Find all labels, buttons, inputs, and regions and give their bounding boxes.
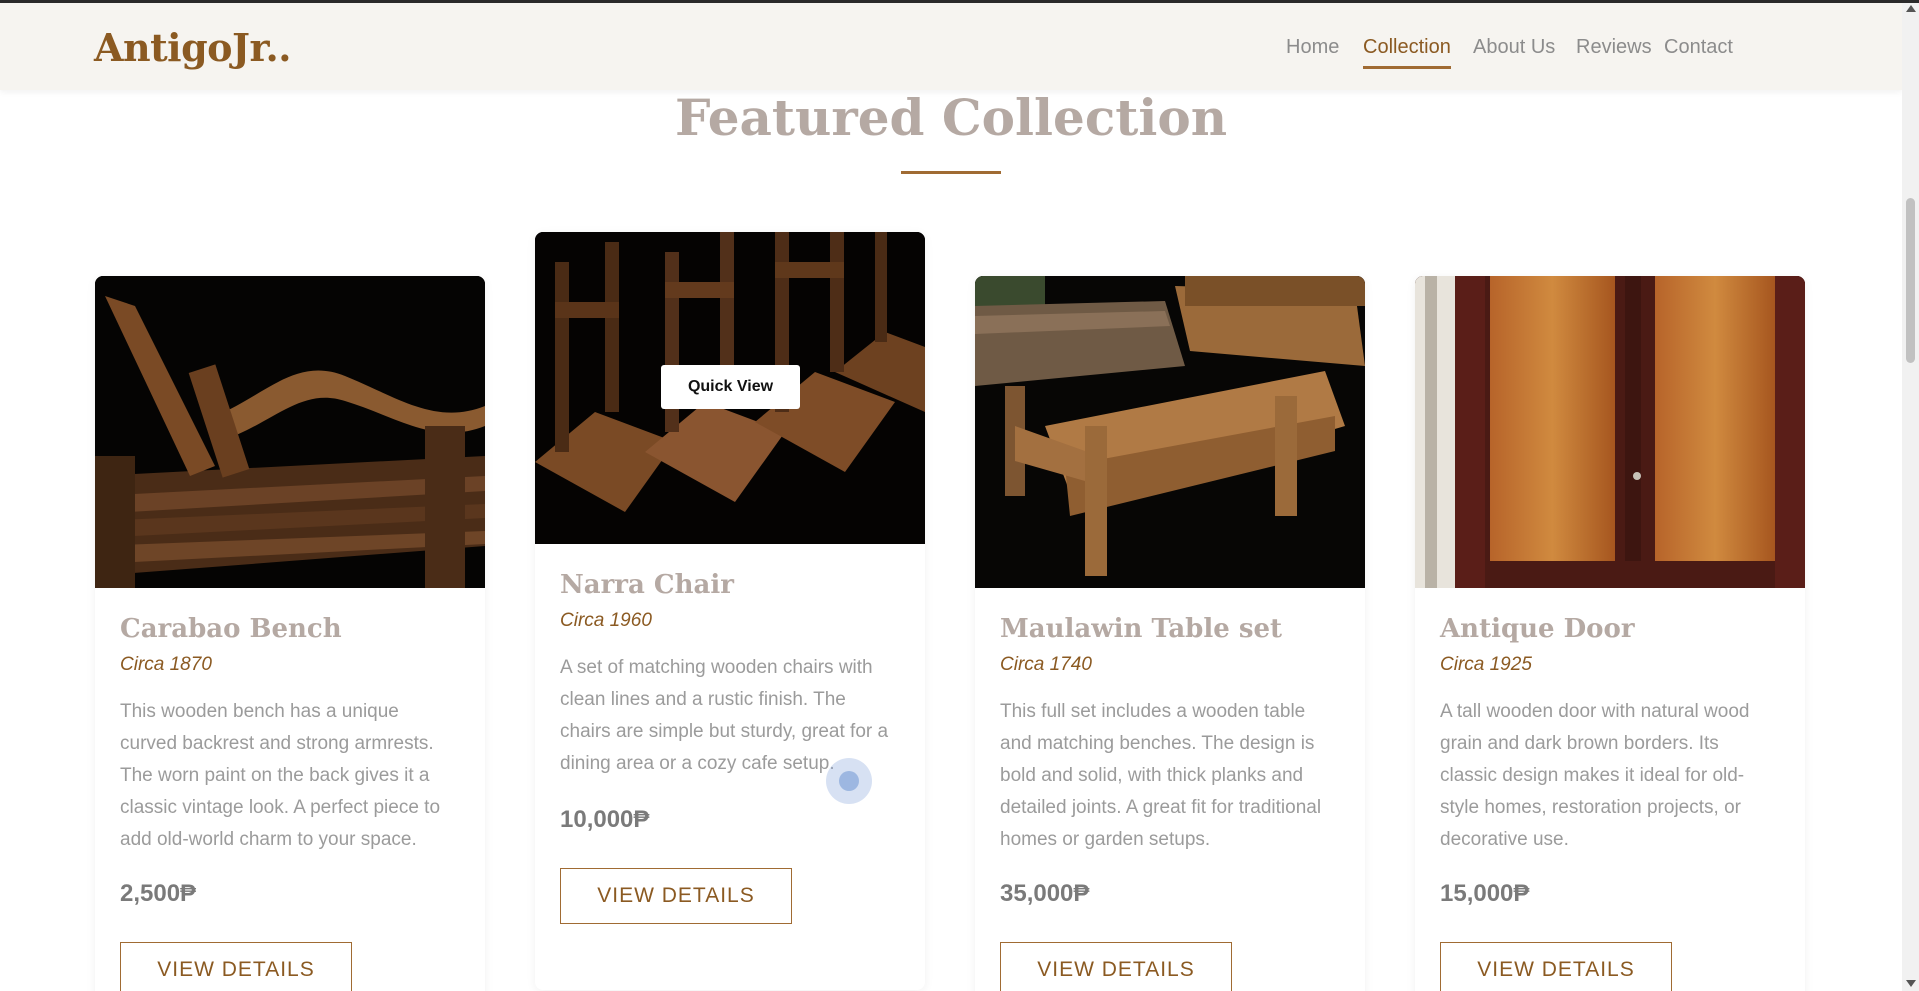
view-details-button[interactable]: VIEW DETAILS	[120, 942, 352, 991]
product-name: Narra Chair	[560, 570, 734, 600]
product-card-narra-chair[interactable]: Quick View Narra Chair Circa 1960 A set …	[535, 232, 925, 990]
page-viewport: AntigoJr.. Home Collection About Us Revi…	[0, 0, 1902, 991]
product-name: Maulawin Table set	[1000, 614, 1283, 644]
nav-home[interactable]: Home	[1286, 36, 1339, 59]
quick-view-button[interactable]: Quick View	[661, 365, 800, 409]
product-price: 2,500₱	[120, 880, 197, 907]
nav-collection[interactable]: Collection	[1363, 36, 1451, 69]
product-price: 35,000₱	[1000, 880, 1090, 907]
product-card-maulawin-table-set[interactable]: Maulawin Table set Circa 1740 This full …	[975, 276, 1365, 991]
scroll-thumb[interactable]	[1906, 198, 1915, 363]
product-price: 15,000₱	[1440, 880, 1530, 907]
product-image-narra-chair[interactable]: Quick View	[535, 232, 925, 544]
nav-active-underline	[1363, 66, 1451, 69]
product-circa: Circa 1925	[1440, 654, 1532, 675]
product-circa: Circa 1740	[1000, 654, 1092, 675]
site-logo[interactable]: AntigoJr..	[94, 25, 292, 70]
product-circa: Circa 1960	[560, 610, 652, 631]
nav-contact[interactable]: Contact	[1664, 36, 1733, 59]
product-price: 10,000₱	[560, 806, 650, 833]
product-circa: Circa 1870	[120, 654, 212, 675]
product-name: Antique Door	[1440, 614, 1635, 644]
view-details-button[interactable]: VIEW DETAILS	[1000, 942, 1232, 991]
product-image-carabao-bench[interactable]	[95, 276, 485, 588]
product-card-antique-door[interactable]: Antique Door Circa 1925 A tall wooden do…	[1415, 276, 1805, 991]
product-image-antique-door[interactable]	[1415, 276, 1805, 588]
site-header: AntigoJr.. Home Collection About Us Revi…	[0, 3, 1902, 90]
title-divider	[901, 171, 1001, 174]
scroll-up-arrow-icon[interactable]	[1906, 5, 1916, 12]
nav-collection-label: Collection	[1363, 36, 1451, 58]
cursor-indicator	[826, 758, 872, 804]
product-name: Carabao Bench	[120, 614, 342, 644]
product-description: This full set includes a wooden table an…	[1000, 701, 1322, 850]
nav-about-us[interactable]: About Us	[1473, 36, 1555, 59]
scroll-down-arrow-icon[interactable]	[1906, 980, 1916, 987]
view-details-button[interactable]: VIEW DETAILS	[560, 868, 792, 924]
view-details-button[interactable]: VIEW DETAILS	[1440, 942, 1672, 991]
table-set-illustration	[975, 276, 1365, 588]
product-image-maulawin-table-set[interactable]	[975, 276, 1365, 588]
section-title: Featured Collection	[674, 88, 1228, 147]
door-illustration	[1415, 276, 1805, 588]
product-description: This wooden bench has a unique curved ba…	[120, 701, 441, 850]
product-description: A tall wooden door with natural wood gra…	[1440, 701, 1750, 850]
nav-reviews[interactable]: Reviews	[1576, 36, 1652, 59]
bench-illustration	[95, 276, 485, 588]
vertical-scrollbar[interactable]	[1902, 3, 1919, 991]
product-card-carabao-bench[interactable]: Carabao Bench Circa 1870 This wooden ben…	[95, 276, 485, 991]
